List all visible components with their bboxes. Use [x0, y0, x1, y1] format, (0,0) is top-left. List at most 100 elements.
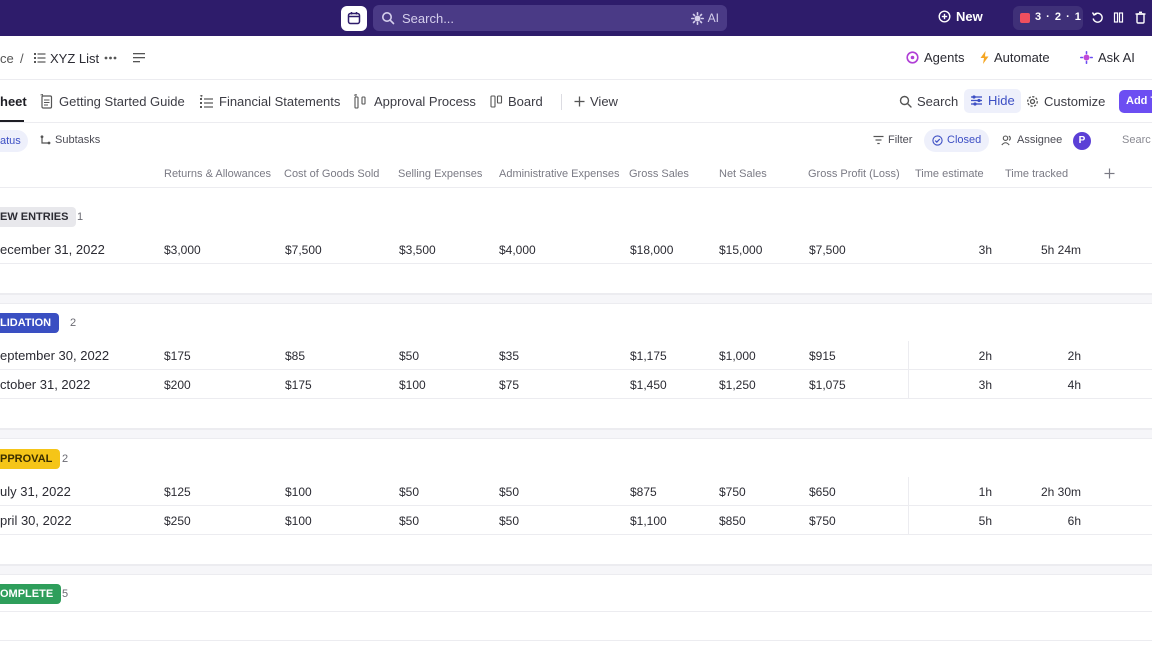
- add-view-button[interactable]: View: [574, 94, 618, 109]
- view-search-button[interactable]: Search: [899, 94, 958, 109]
- tab-financial-statements[interactable]: Financial Statements: [199, 94, 340, 109]
- column-header-time-tracked[interactable]: Time tracked: [1005, 168, 1068, 180]
- cell-admin[interactable]: $35: [499, 349, 519, 363]
- group-header-complete[interactable]: OMPLETE 5: [0, 576, 1152, 612]
- cell-cogs[interactable]: $175: [285, 378, 312, 392]
- table-row[interactable]: uly 31, 2022 $125 $100 $50 $50 $875 $750…: [0, 477, 1152, 506]
- tab-sheet[interactable]: heet: [0, 94, 27, 109]
- cell-returns[interactable]: $250: [164, 514, 191, 528]
- restart-icon[interactable]: [1091, 11, 1104, 24]
- column-header-time-estimate[interactable]: Time estimate: [915, 168, 984, 180]
- new-button[interactable]: New: [938, 9, 983, 24]
- cell-gross-sales[interactable]: $1,450: [630, 378, 667, 392]
- cell-time-tracked[interactable]: 2h: [1020, 349, 1081, 363]
- column-header-selling[interactable]: Selling Expenses: [398, 168, 482, 180]
- group-header-validation[interactable]: LIDATION 2: [0, 305, 1152, 341]
- tab-approval-process[interactable]: Approval Process: [353, 94, 476, 109]
- status-badge[interactable]: LIDATION: [0, 313, 60, 333]
- cell-time-estimate[interactable]: 1h: [940, 485, 992, 499]
- agents-button[interactable]: Agents: [906, 50, 964, 65]
- add-task-row[interactable]: [0, 399, 1152, 429]
- automate-button[interactable]: Automate: [980, 50, 1050, 65]
- cell-net-sales[interactable]: $750: [719, 485, 746, 499]
- cell-selling[interactable]: $50: [399, 349, 419, 363]
- more-options-icon[interactable]: [104, 56, 117, 60]
- cell-cogs[interactable]: $7,500: [285, 243, 322, 257]
- cell-gross-sales[interactable]: $875: [630, 485, 657, 499]
- cell-returns[interactable]: $200: [164, 378, 191, 392]
- filter-button[interactable]: Filter: [873, 134, 912, 146]
- cell-returns[interactable]: $175: [164, 349, 191, 363]
- cell-selling[interactable]: $3,500: [399, 243, 436, 257]
- cell-returns[interactable]: $3,000: [164, 243, 201, 257]
- group-header-new-entries[interactable]: EW ENTRIES 1: [0, 199, 1152, 235]
- breadcrumb-list-name[interactable]: XYZ List: [50, 51, 99, 66]
- add-column-icon[interactable]: [1104, 168, 1115, 179]
- cell-admin[interactable]: $50: [499, 485, 519, 499]
- cell-cogs[interactable]: $100: [285, 485, 312, 499]
- cell-gross-profit[interactable]: $7,500: [809, 243, 846, 257]
- column-header-admin[interactable]: Administrative Expenses: [499, 168, 619, 180]
- cell-admin[interactable]: $75: [499, 378, 519, 392]
- cell-admin[interactable]: $50: [499, 514, 519, 528]
- add-task-button[interactable]: Add T: [1119, 90, 1152, 113]
- status-badge[interactable]: PPROVAL: [0, 449, 61, 469]
- cell-cogs[interactable]: $85: [285, 349, 305, 363]
- cell-net-sales[interactable]: $1,000: [719, 349, 756, 363]
- description-icon[interactable]: [133, 52, 145, 63]
- trash-icon[interactable]: [1134, 11, 1147, 24]
- cell-gross-profit[interactable]: $650: [809, 485, 836, 499]
- cell-gross-profit[interactable]: $915: [809, 349, 836, 363]
- cell-time-tracked[interactable]: 2h 30m: [1020, 485, 1081, 499]
- recording-indicator[interactable]: 3 · 2 · 1: [1013, 6, 1083, 30]
- global-search-input[interactable]: Search... AI: [373, 5, 727, 31]
- cell-selling[interactable]: $100: [399, 378, 426, 392]
- cell-returns[interactable]: $125: [164, 485, 191, 499]
- add-task-row[interactable]: [0, 535, 1152, 565]
- breadcrumb-space[interactable]: ce: [0, 51, 14, 66]
- table-row[interactable]: [0, 611, 1152, 641]
- customize-button[interactable]: Customize: [1026, 94, 1105, 109]
- table-row[interactable]: ecember 31, 2022 $3,000 $7,500 $3,500 $4…: [0, 235, 1152, 264]
- cell-time-estimate[interactable]: 3h: [940, 378, 992, 392]
- cell-time-estimate[interactable]: 2h: [940, 349, 992, 363]
- cell-gross-profit[interactable]: $750: [809, 514, 836, 528]
- cell-gross-sales[interactable]: $18,000: [630, 243, 673, 257]
- assignee-button[interactable]: Assignee: [1001, 134, 1062, 146]
- table-row[interactable]: eptember 30, 2022 $175 $85 $50 $35 $1,17…: [0, 341, 1152, 370]
- task-name[interactable]: ctober 31, 2022: [0, 377, 90, 392]
- table-row[interactable]: pril 30, 2022 $250 $100 $50 $50 $1,100 $…: [0, 506, 1152, 535]
- cell-net-sales[interactable]: $15,000: [719, 243, 762, 257]
- cell-time-estimate[interactable]: 5h: [940, 514, 992, 528]
- hide-button[interactable]: Hide: [964, 89, 1021, 113]
- column-header-cogs[interactable]: Cost of Goods Sold: [284, 168, 379, 180]
- add-task-row[interactable]: [0, 264, 1152, 294]
- task-name[interactable]: eptember 30, 2022: [0, 348, 109, 363]
- cell-net-sales[interactable]: $1,250: [719, 378, 756, 392]
- tab-board[interactable]: Board: [490, 94, 543, 109]
- task-name[interactable]: ecember 31, 2022: [0, 242, 105, 257]
- cell-time-tracked[interactable]: 6h: [1020, 514, 1081, 528]
- column-header-net-sales[interactable]: Net Sales: [719, 168, 767, 180]
- avatar[interactable]: P: [1073, 132, 1091, 150]
- table-row[interactable]: ctober 31, 2022 $200 $175 $100 $75 $1,45…: [0, 370, 1152, 399]
- status-badge[interactable]: EW ENTRIES: [0, 207, 77, 227]
- column-header-gross-profit[interactable]: Gross Profit (Loss): [808, 168, 900, 180]
- column-header-returns[interactable]: Returns & Allowances: [164, 168, 271, 180]
- subtasks-toggle[interactable]: Subtasks: [40, 134, 100, 146]
- ask-ai-button[interactable]: Ask AI: [1080, 50, 1135, 65]
- cell-selling[interactable]: $50: [399, 485, 419, 499]
- cell-admin[interactable]: $4,000: [499, 243, 536, 257]
- cell-time-tracked[interactable]: 4h: [1020, 378, 1081, 392]
- group-by-status-pill[interactable]: atus: [0, 130, 28, 152]
- cell-gross-sales[interactable]: $1,100: [630, 514, 667, 528]
- group-header-approval[interactable]: PPROVAL 2: [0, 441, 1152, 477]
- cell-cogs[interactable]: $100: [285, 514, 312, 528]
- cell-gross-profit[interactable]: $1,075: [809, 378, 846, 392]
- cell-time-tracked[interactable]: 5h 24m: [1020, 243, 1081, 257]
- cell-net-sales[interactable]: $850: [719, 514, 746, 528]
- column-header-gross-sales[interactable]: Gross Sales: [629, 168, 689, 180]
- closed-toggle[interactable]: Closed: [924, 129, 990, 152]
- cell-gross-sales[interactable]: $1,175: [630, 349, 667, 363]
- calendar-button[interactable]: [341, 6, 367, 31]
